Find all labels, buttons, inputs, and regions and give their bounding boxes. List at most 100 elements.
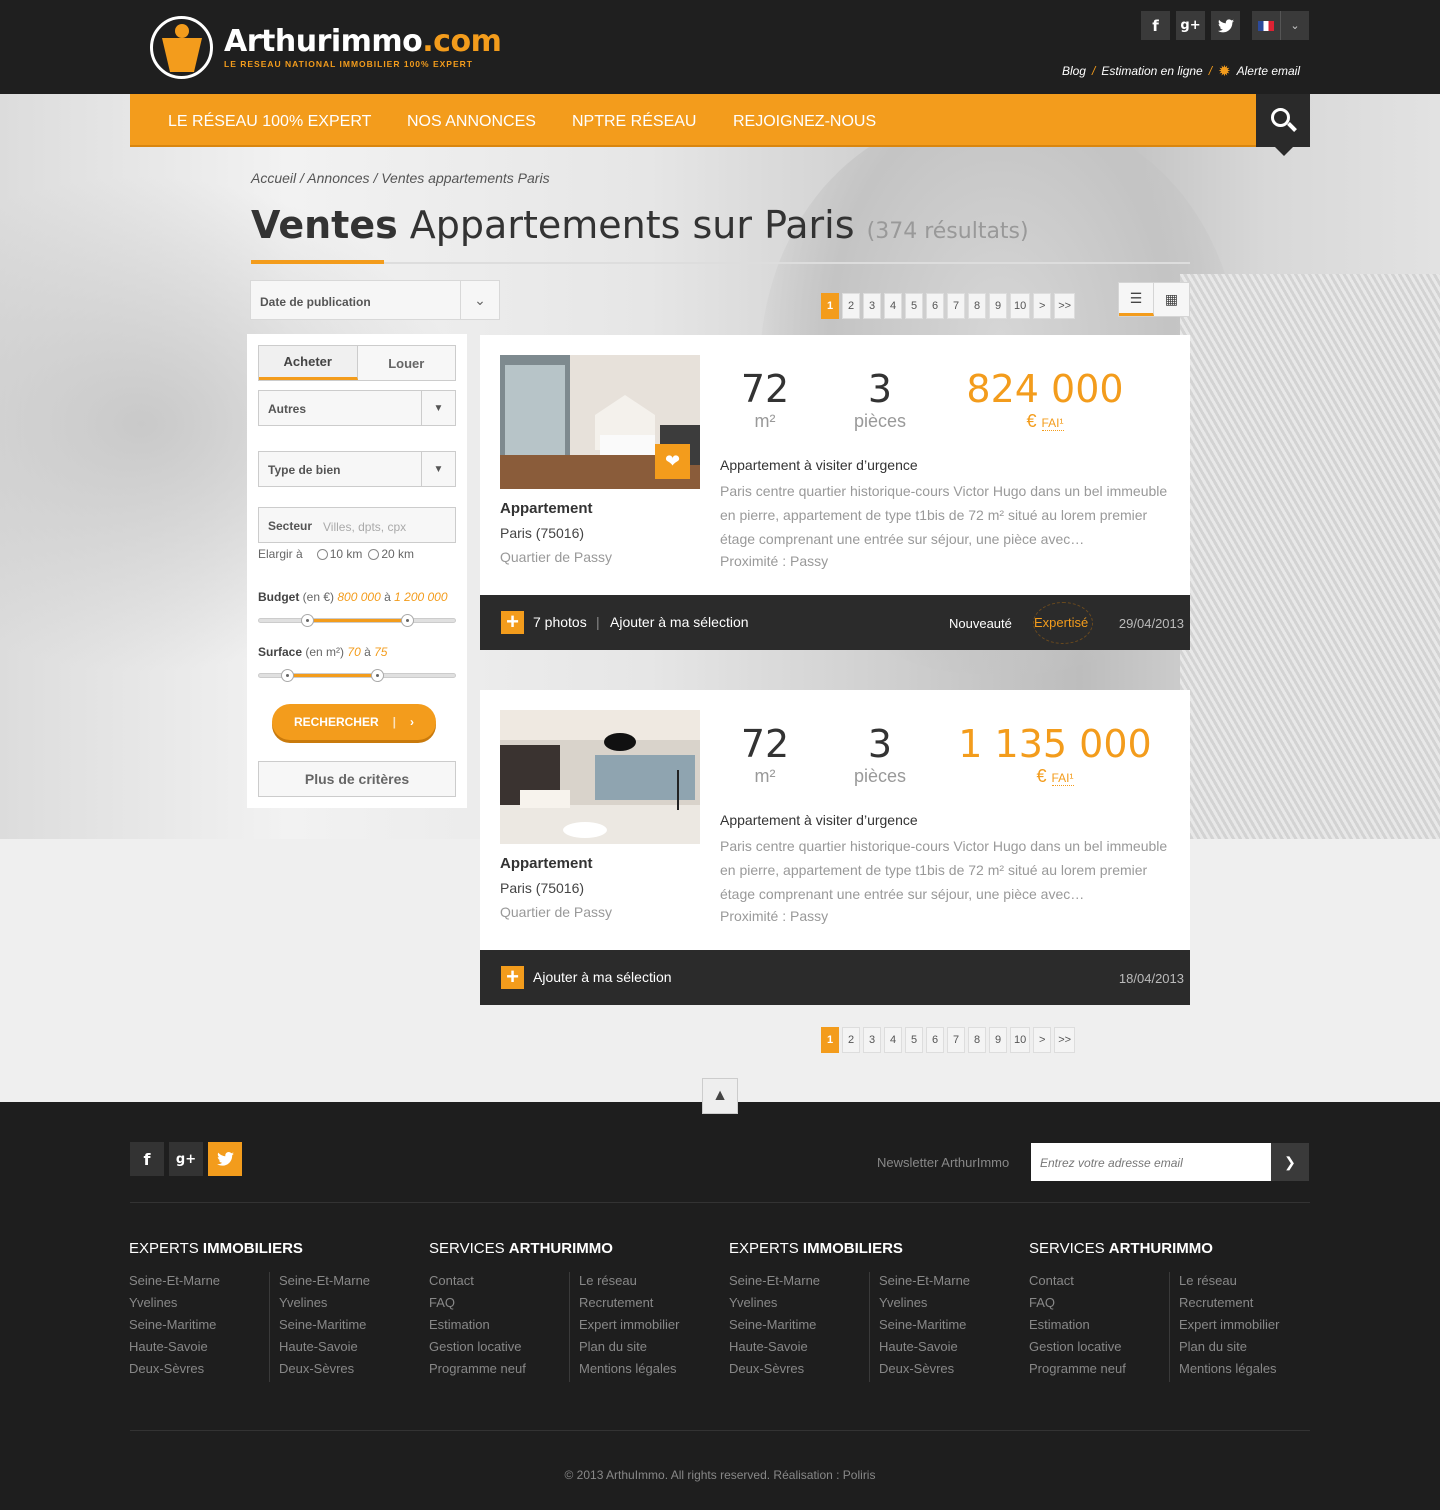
footer-link[interactable]: Seine-Maritime (729, 1316, 869, 1338)
page-link[interactable]: 6 (926, 1027, 944, 1053)
listing-photo[interactable] (500, 710, 700, 844)
nav-reseau[interactable]: NPTRE RÉSEAU (572, 113, 696, 131)
page-link[interactable]: 1 (821, 1027, 839, 1053)
budget-min-handle[interactable] (301, 614, 314, 627)
next-page-link[interactable]: > (1033, 293, 1052, 319)
category-select[interactable]: Autres ▼ (258, 390, 456, 426)
footer-link[interactable]: Seine-Et-Marne (879, 1272, 1009, 1294)
more-criteria-button[interactable]: Plus de critères (258, 761, 456, 797)
footer-link[interactable]: Seine-Maritime (879, 1316, 1009, 1338)
page-link[interactable]: 4 (884, 1027, 902, 1053)
page-link[interactable]: 3 (863, 293, 881, 319)
footer-link[interactable]: Deux-Sèvres (879, 1360, 1009, 1382)
google-plus-icon[interactable]: g+ (169, 1142, 203, 1176)
page-link[interactable]: 10 (1010, 293, 1031, 319)
footer-link[interactable]: Seine-Et-Marne (729, 1272, 869, 1294)
footer-link[interactable]: Haute-Savoie (729, 1338, 869, 1360)
footer-link[interactable]: Yvelines (129, 1294, 269, 1316)
tab-acheter[interactable]: Acheter (259, 346, 358, 380)
nav-reseau-expert[interactable]: LE RÉSEAU 100% EXPERT (168, 113, 371, 131)
photos-link[interactable]: 7 photos (533, 614, 587, 630)
next-page-link[interactable]: > (1033, 1027, 1052, 1053)
page-link[interactable]: 6 (926, 293, 944, 319)
page-link[interactable]: 3 (863, 1027, 881, 1053)
surface-slider[interactable] (258, 669, 456, 682)
page-link[interactable]: 1 (821, 293, 839, 319)
footer-link[interactable]: Estimation (429, 1316, 569, 1338)
page-link[interactable]: 5 (905, 1027, 923, 1053)
footer-link[interactable]: Le réseau (1179, 1272, 1309, 1294)
footer-link[interactable]: Yvelines (729, 1294, 869, 1316)
footer-link[interactable]: Yvelines (279, 1294, 409, 1316)
footer-link[interactable]: FAQ (429, 1294, 569, 1316)
plus-icon[interactable]: + (501, 966, 524, 989)
footer-link[interactable]: Expert immobilier (1179, 1316, 1309, 1338)
listing-photo[interactable]: ❤ (500, 355, 700, 489)
footer-link[interactable]: Seine-Et-Marne (129, 1272, 269, 1294)
list-view-icon[interactable]: ☰ (1119, 283, 1155, 316)
page-link[interactable]: 9 (989, 293, 1007, 319)
page-link[interactable]: 5 (905, 293, 923, 319)
footer-link[interactable]: Le réseau (579, 1272, 709, 1294)
listing-card[interactable]: ❤ Appartement Paris (75016) Quartier de … (480, 335, 1190, 595)
footer-link[interactable]: Plan du site (1179, 1338, 1309, 1360)
tab-louer[interactable]: Louer (357, 346, 455, 380)
plus-icon[interactable]: + (501, 611, 524, 634)
footer-link[interactable]: Recrutement (579, 1294, 709, 1316)
footer-link[interactable]: Contact (1029, 1272, 1169, 1294)
footer-link[interactable]: Mentions légales (579, 1360, 709, 1382)
add-to-selection-link[interactable]: Ajouter à ma sélection (610, 614, 749, 630)
footer-link[interactable]: Deux-Sèvres (729, 1360, 869, 1382)
nav-annonces[interactable]: NOS ANNONCES (407, 113, 536, 131)
footer-link[interactable]: Haute-Savoie (279, 1338, 409, 1360)
sector-input[interactable]: Secteur Villes, dpts, cpx (258, 507, 456, 543)
email-alert-link[interactable]: Alerte email (1237, 64, 1300, 78)
footer-link[interactable]: Recrutement (1179, 1294, 1309, 1316)
facebook-icon[interactable]: f (1141, 11, 1170, 40)
footer-link[interactable]: Haute-Savoie (129, 1338, 269, 1360)
footer-link[interactable]: Seine-Maritime (129, 1316, 269, 1338)
sort-dropdown[interactable]: Date de publication ⌄ (250, 280, 500, 320)
footer-link[interactable]: Yvelines (879, 1294, 1009, 1316)
footer-link[interactable]: Mentions légales (1179, 1360, 1309, 1382)
footer-link[interactable]: Deux-Sèvres (129, 1360, 269, 1382)
footer-link[interactable]: Expert immobilier (579, 1316, 709, 1338)
footer-link[interactable]: Seine-Maritime (279, 1316, 409, 1338)
add-to-selection-link[interactable]: Ajouter à ma sélection (533, 969, 672, 985)
surface-max-handle[interactable] (371, 669, 384, 682)
footer-link[interactable]: FAQ (1029, 1294, 1169, 1316)
footer-link[interactable]: Estimation (1029, 1316, 1169, 1338)
twitter-icon[interactable] (208, 1142, 242, 1176)
newsletter-submit-button[interactable]: ❯ (1271, 1143, 1309, 1181)
page-link[interactable]: 8 (968, 293, 986, 319)
favorite-heart-icon[interactable]: ❤ (655, 444, 690, 479)
surface-min-handle[interactable] (281, 669, 294, 682)
facebook-icon[interactable]: f (130, 1142, 164, 1176)
google-plus-icon[interactable]: g+ (1176, 11, 1205, 40)
last-page-link[interactable]: >> (1054, 293, 1076, 319)
footer-link[interactable]: Seine-Et-Marne (279, 1272, 409, 1294)
radius-10km-option[interactable]: 10 km (316, 547, 362, 561)
page-link[interactable]: 2 (842, 1027, 860, 1053)
footer-link[interactable]: Deux-Sèvres (279, 1360, 409, 1382)
estimation-link[interactable]: Estimation en ligne (1101, 64, 1202, 78)
newsletter-email-input[interactable]: Entrez votre adresse email (1031, 1143, 1271, 1181)
page-link[interactable]: 7 (947, 1027, 965, 1053)
nav-rejoignez[interactable]: REJOIGNEZ-NOUS (733, 113, 876, 131)
page-link[interactable]: 10 (1010, 1027, 1031, 1053)
search-icon[interactable] (1256, 94, 1310, 156)
last-page-link[interactable]: >> (1054, 1027, 1076, 1053)
radius-20km-option[interactable]: 20 km (368, 547, 414, 561)
twitter-icon[interactable] (1211, 11, 1240, 40)
budget-slider[interactable] (258, 614, 456, 627)
footer-link[interactable]: Gestion locative (1029, 1338, 1169, 1360)
breadcrumb[interactable]: Accueil / Annonces / Ventes appartements… (251, 170, 550, 186)
footer-link[interactable]: Haute-Savoie (879, 1338, 1009, 1360)
scroll-to-top-button[interactable]: ▲ (702, 1078, 738, 1114)
footer-link[interactable]: Contact (429, 1272, 569, 1294)
listing-card[interactable]: Appartement Paris (75016) Quartier de Pa… (480, 690, 1190, 950)
page-link[interactable]: 2 (842, 293, 860, 319)
page-link[interactable]: 9 (989, 1027, 1007, 1053)
search-button[interactable]: RECHERCHER | › (272, 704, 436, 740)
footer-link[interactable]: Programme neuf (429, 1360, 569, 1382)
